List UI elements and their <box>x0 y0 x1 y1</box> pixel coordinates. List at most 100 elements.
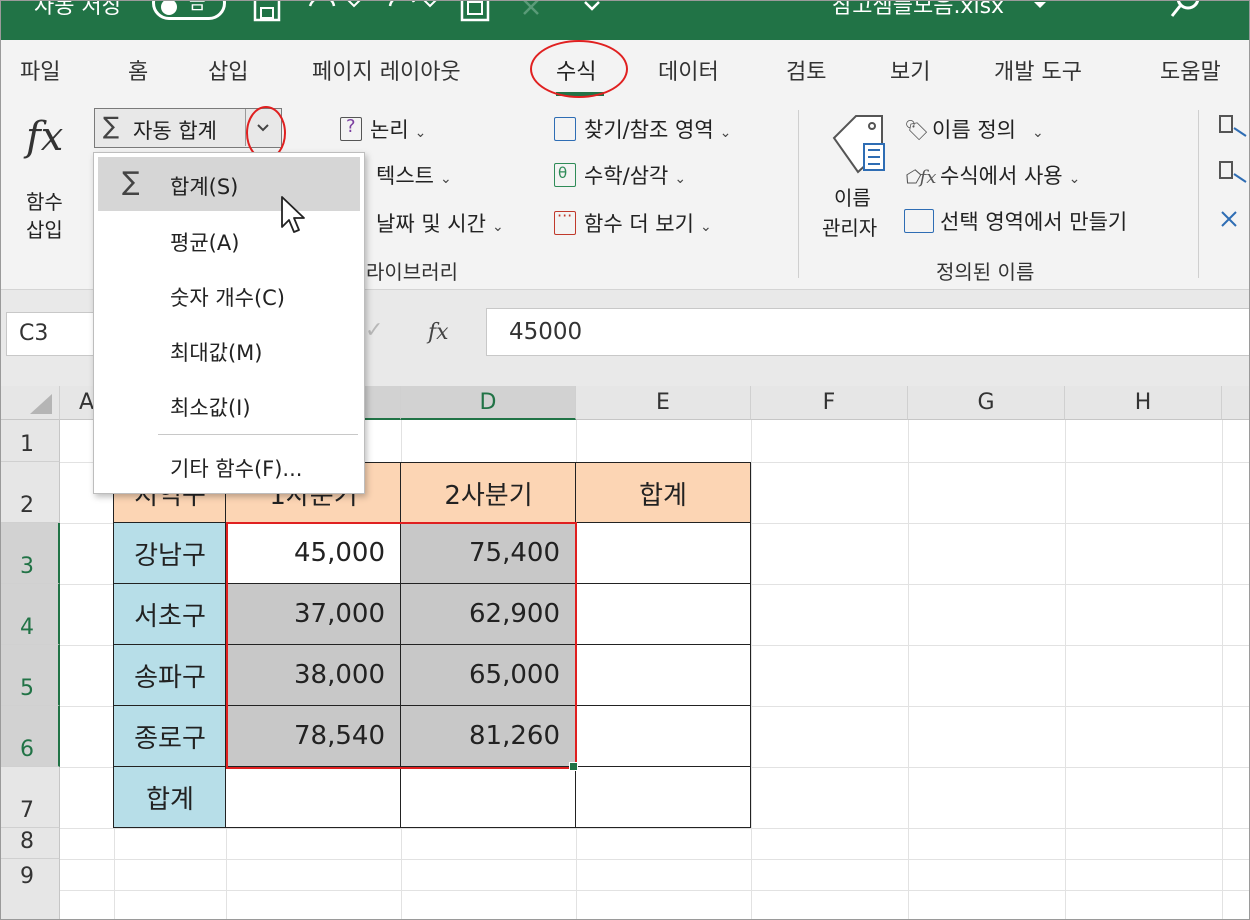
column-header-d[interactable]: D <box>401 386 576 420</box>
customize-toolbar-icon[interactable] <box>580 0 604 18</box>
total-cell[interactable] <box>575 522 751 584</box>
column-header-next[interactable] <box>1222 386 1250 420</box>
menu-bar: 파일 홈 삽입 페이지 레이아웃 수식 데이터 검토 보기 개발 도구 도움말 <box>0 40 1250 100</box>
toggle-knob <box>161 0 177 15</box>
tab-page-layout[interactable]: 페이지 레이아웃 <box>312 54 461 86</box>
library-group-label: 라이브러리 <box>366 260 458 284</box>
row-header-6[interactable]: 6 <box>0 706 60 767</box>
formula-auditing-icons[interactable] <box>1216 112 1250 242</box>
highlight-circle-formulas <box>530 40 628 98</box>
menu-item-count-numbers[interactable]: 숫자 개수(C) <box>94 268 364 322</box>
column-header-f[interactable]: F <box>751 386 908 420</box>
row-header-2[interactable]: 2 <box>0 462 60 523</box>
redo-icon[interactable] <box>384 0 442 22</box>
column-header-e[interactable]: E <box>576 386 751 420</box>
chevron-down-icon[interactable] <box>1030 0 1050 16</box>
lookup-icon <box>554 117 576 141</box>
fx-icon: fx <box>26 114 64 160</box>
logical-button[interactable]: ? 논리 ⌄ <box>340 114 426 144</box>
formula-input[interactable]: 45000 <box>486 308 1250 356</box>
total-cell[interactable] <box>575 644 751 706</box>
tab-help[interactable]: 도움말 <box>1160 54 1221 86</box>
ribbon-separator <box>798 110 799 278</box>
insert-function-label-2: 삽입 <box>26 218 63 242</box>
create-from-selection-label: 선택 영역에서 만들기 <box>940 210 1128 234</box>
tab-data[interactable]: 데이터 <box>658 54 719 86</box>
search-icon[interactable] <box>1168 0 1204 22</box>
row-header-8[interactable]: 8 <box>0 828 60 859</box>
undo-icon[interactable] <box>306 0 364 22</box>
tab-review[interactable]: 검토 <box>786 54 826 86</box>
total-label-cell[interactable]: 합계 <box>113 766 227 828</box>
district-cell[interactable]: 송파구 <box>113 644 227 706</box>
mouse-cursor-icon <box>281 196 305 233</box>
tab-view[interactable]: 보기 <box>890 54 930 86</box>
defined-names-group-label: 정의된 이름 <box>936 260 1035 284</box>
text-label: 텍스트 <box>376 164 434 188</box>
create-from-selection-button[interactable]: 선택 영역에서 만들기 <box>904 206 1127 236</box>
define-name-button[interactable]: 🏷 이름 정의 ⌄ <box>904 114 1044 144</box>
create-from-selection-icon <box>904 209 934 233</box>
date-time-button[interactable]: 날짜 및 시간 ⌄ <box>376 208 504 238</box>
insert-function-fx-button[interactable]: fx <box>428 320 449 345</box>
autosave-toggle[interactable]: 끔 <box>152 0 226 20</box>
sigma-icon: ∑ <box>103 112 120 140</box>
tab-home[interactable]: 홈 <box>128 54 148 86</box>
column-header-g[interactable]: G <box>908 386 1065 420</box>
fill-handle[interactable] <box>569 762 578 771</box>
header-cell-q2[interactable]: 2사분기 <box>400 462 577 524</box>
header-cell-total[interactable]: 합계 <box>575 462 751 524</box>
row-header-5[interactable]: 5 <box>0 645 60 706</box>
autosave-state: 끔 <box>189 0 206 14</box>
define-name-label: 이름 정의 <box>932 118 1016 142</box>
logical-label: 논리 <box>370 118 409 142</box>
column-header-h[interactable]: H <box>1065 386 1222 420</box>
row-header-9[interactable]: 9 <box>0 859 60 920</box>
more-functions-button[interactable]: ··· 함수 더 보기 ⌄ <box>554 206 712 238</box>
row-header-4[interactable]: 4 <box>0 584 60 645</box>
q1-total-cell[interactable] <box>225 766 402 828</box>
district-cell[interactable]: 강남구 <box>113 522 227 584</box>
insert-function-button[interactable]: fx 함수 삽입 <box>18 108 82 242</box>
total-cell[interactable] <box>575 705 751 767</box>
math-icon: θ <box>554 163 576 187</box>
menu-item-average[interactable]: 평균(A) <box>94 213 364 267</box>
title-bar: 자동 저장 끔 참고샘플모음.xlsx <box>0 0 1250 40</box>
menu-item-more-functions[interactable]: 기타 함수(F)... <box>94 439 364 493</box>
total-cell[interactable] <box>575 583 751 645</box>
math-trig-button[interactable]: θ 수학/삼각 ⌄ <box>554 160 686 190</box>
save-icon[interactable] <box>252 0 282 24</box>
menu-item-sum[interactable]: ∑ 합계(S) <box>98 157 360 211</box>
row-header-1[interactable]: 1 <box>0 420 60 462</box>
name-manager-label-1: 이름 <box>834 186 871 210</box>
row-header-7[interactable]: 7 <box>0 767 60 828</box>
text-button[interactable]: 텍스트 ⌄ <box>376 160 452 190</box>
menu-item-min[interactable]: 최소값(I) <box>94 378 364 432</box>
district-cell[interactable]: 종로구 <box>113 705 227 767</box>
row-header-3[interactable]: 3 <box>0 523 60 584</box>
tab-file[interactable]: 파일 <box>20 54 60 86</box>
name-manager-label-2: 관리자 <box>822 216 878 240</box>
more-functions-icon: ··· <box>554 206 576 235</box>
name-manager-button[interactable]: 이름 관리자 <box>820 112 896 242</box>
district-cell[interactable]: 서초구 <box>113 583 227 645</box>
lookup-reference-button[interactable]: 찾기/참조 영역 ⌄ <box>554 114 731 144</box>
autosave-label: 자동 저장 <box>34 0 122 19</box>
insert-function-label-1: 함수 <box>26 190 63 214</box>
use-in-formula-icon: ⬠fx <box>904 167 937 188</box>
menu-item-max[interactable]: 최대값(M) <box>94 323 364 377</box>
tag-icon: 🏷 <box>904 118 930 142</box>
tab-developer[interactable]: 개발 도구 <box>994 54 1082 86</box>
select-all-corner[interactable] <box>0 386 60 420</box>
check-icon[interactable]: ✓ <box>365 318 383 343</box>
q2-total-cell[interactable] <box>400 766 577 828</box>
lookup-label: 찾기/참조 영역 <box>584 118 714 142</box>
formula-value: 45000 <box>509 319 583 345</box>
quick-print-icon[interactable] <box>458 0 492 24</box>
name-manager-icon <box>832 115 885 174</box>
date-time-label: 날짜 및 시간 <box>376 212 486 236</box>
use-in-formula-button[interactable]: ⬠fx 수식에서 사용 ⌄ <box>904 160 1080 190</box>
grand-total-cell[interactable] <box>575 766 751 828</box>
tab-insert[interactable]: 삽입 <box>208 54 248 86</box>
touch-mode-icon[interactable] <box>518 0 552 22</box>
